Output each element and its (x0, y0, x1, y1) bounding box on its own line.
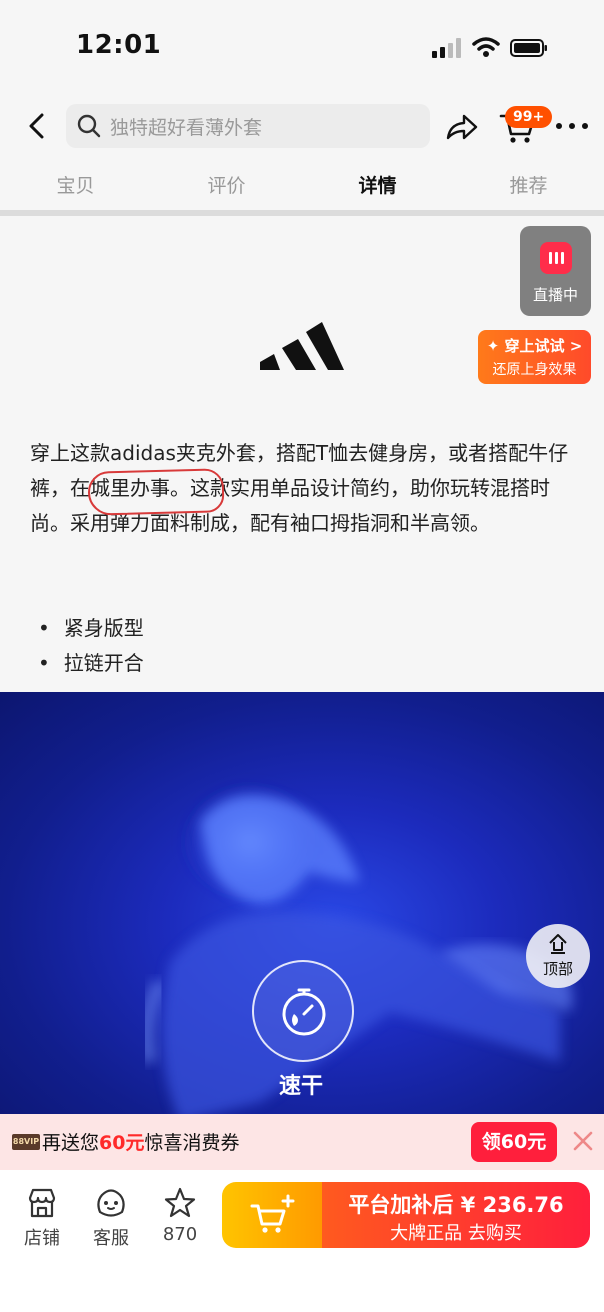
try-on-title: ✦ 穿上试试 > (486, 337, 583, 355)
buy-now-button[interactable]: 平台加补后 ¥ 236.76 大牌正品 去购买 (222, 1182, 590, 1248)
coupon-suffix: 惊喜消费券 (144, 1132, 240, 1154)
try-on-button[interactable]: ✦ 穿上试试 > 还原上身效果 (478, 330, 591, 384)
service-face-icon (97, 1189, 125, 1217)
more-dot-icon (569, 123, 575, 129)
share-icon[interactable] (444, 110, 480, 144)
customer-service-button[interactable]: 客服 (83, 1186, 139, 1250)
claim-coupon-button[interactable]: 领60元 (471, 1122, 557, 1162)
try-on-subtitle: 还原上身效果 (492, 362, 577, 378)
tab-product[interactable]: 宝贝 (0, 164, 151, 208)
feature-item: 拉链开合 (38, 647, 144, 676)
tab-reviews[interactable]: 评价 (151, 164, 302, 208)
buy-subtitle: 大牌正品 去购买 (390, 1223, 522, 1244)
more-options-button[interactable] (556, 116, 588, 136)
favorite-button[interactable]: 870 (152, 1186, 208, 1245)
stopwatch-icon (282, 988, 326, 1036)
search-placeholder: 独特超好看薄外套 (110, 116, 263, 139)
add-to-cart-icon (250, 1194, 295, 1233)
wifi-icon (472, 37, 500, 57)
coupon-prefix: 再送您 (42, 1132, 100, 1154)
live-icon (540, 242, 572, 274)
coupon-text: 再送您60元惊喜消费券 (42, 1128, 239, 1155)
adidas-logo (260, 322, 344, 370)
status-time: 12:01 (76, 30, 162, 60)
coupon-amount: 60元 (99, 1132, 145, 1154)
add-to-cart-button[interactable] (222, 1182, 322, 1248)
feature-item: 紧身版型 (38, 612, 144, 641)
service-label: 客服 (93, 1228, 129, 1249)
detail-tabs: 宝贝 评价 详情 推荐 (0, 164, 604, 208)
store-icon (28, 1188, 56, 1218)
vip-badge: 88VIP (12, 1134, 40, 1150)
coupon-banner: 88VIP 再送您60元惊喜消费券 领60元 (0, 1114, 604, 1170)
buy-now-main[interactable]: 平台加补后 ¥ 236.76 大牌正品 去购买 (322, 1182, 590, 1248)
quick-dry-badge (252, 960, 354, 1062)
search-input[interactable]: 独特超好看薄外套 (66, 104, 430, 148)
bottom-action-bar: 店铺 客服 870 平台加补后 ¥ 236.76 大牌正品 去购买 (0, 1170, 604, 1312)
tab-recommend[interactable]: 推荐 (453, 164, 604, 208)
cart-count-badge: 99+ (505, 106, 553, 128)
hand-drawn-highlight-circle (87, 468, 225, 516)
live-stream-button[interactable]: 直播中 (520, 226, 591, 316)
tabs-divider (0, 210, 604, 216)
store-label: 店铺 (24, 1228, 60, 1249)
favorites-count: 870 (162, 1224, 198, 1245)
star-icon (164, 1187, 196, 1218)
back-to-top-button[interactable]: 顶部 (526, 924, 590, 988)
arrow-up-icon (549, 934, 567, 954)
tab-details[interactable]: 详情 (302, 164, 453, 208)
battery-icon (510, 39, 547, 57)
chevron-left-icon (29, 113, 44, 139)
cellular-signal-icon (432, 38, 461, 58)
buy-price-line: 平台加补后 ¥ 236.76 (348, 1193, 564, 1217)
more-dot-icon (556, 123, 562, 129)
store-button[interactable]: 店铺 (14, 1186, 70, 1250)
search-icon (77, 114, 101, 138)
more-dot-icon (582, 123, 588, 129)
back-to-top-label: 顶部 (542, 960, 573, 978)
live-label: 直播中 (532, 286, 578, 304)
back-button[interactable] (18, 108, 54, 144)
close-icon[interactable] (568, 1126, 598, 1156)
product-hero-image: 速干 (0, 692, 604, 1114)
quick-dry-label: 速干 (278, 1074, 323, 1099)
